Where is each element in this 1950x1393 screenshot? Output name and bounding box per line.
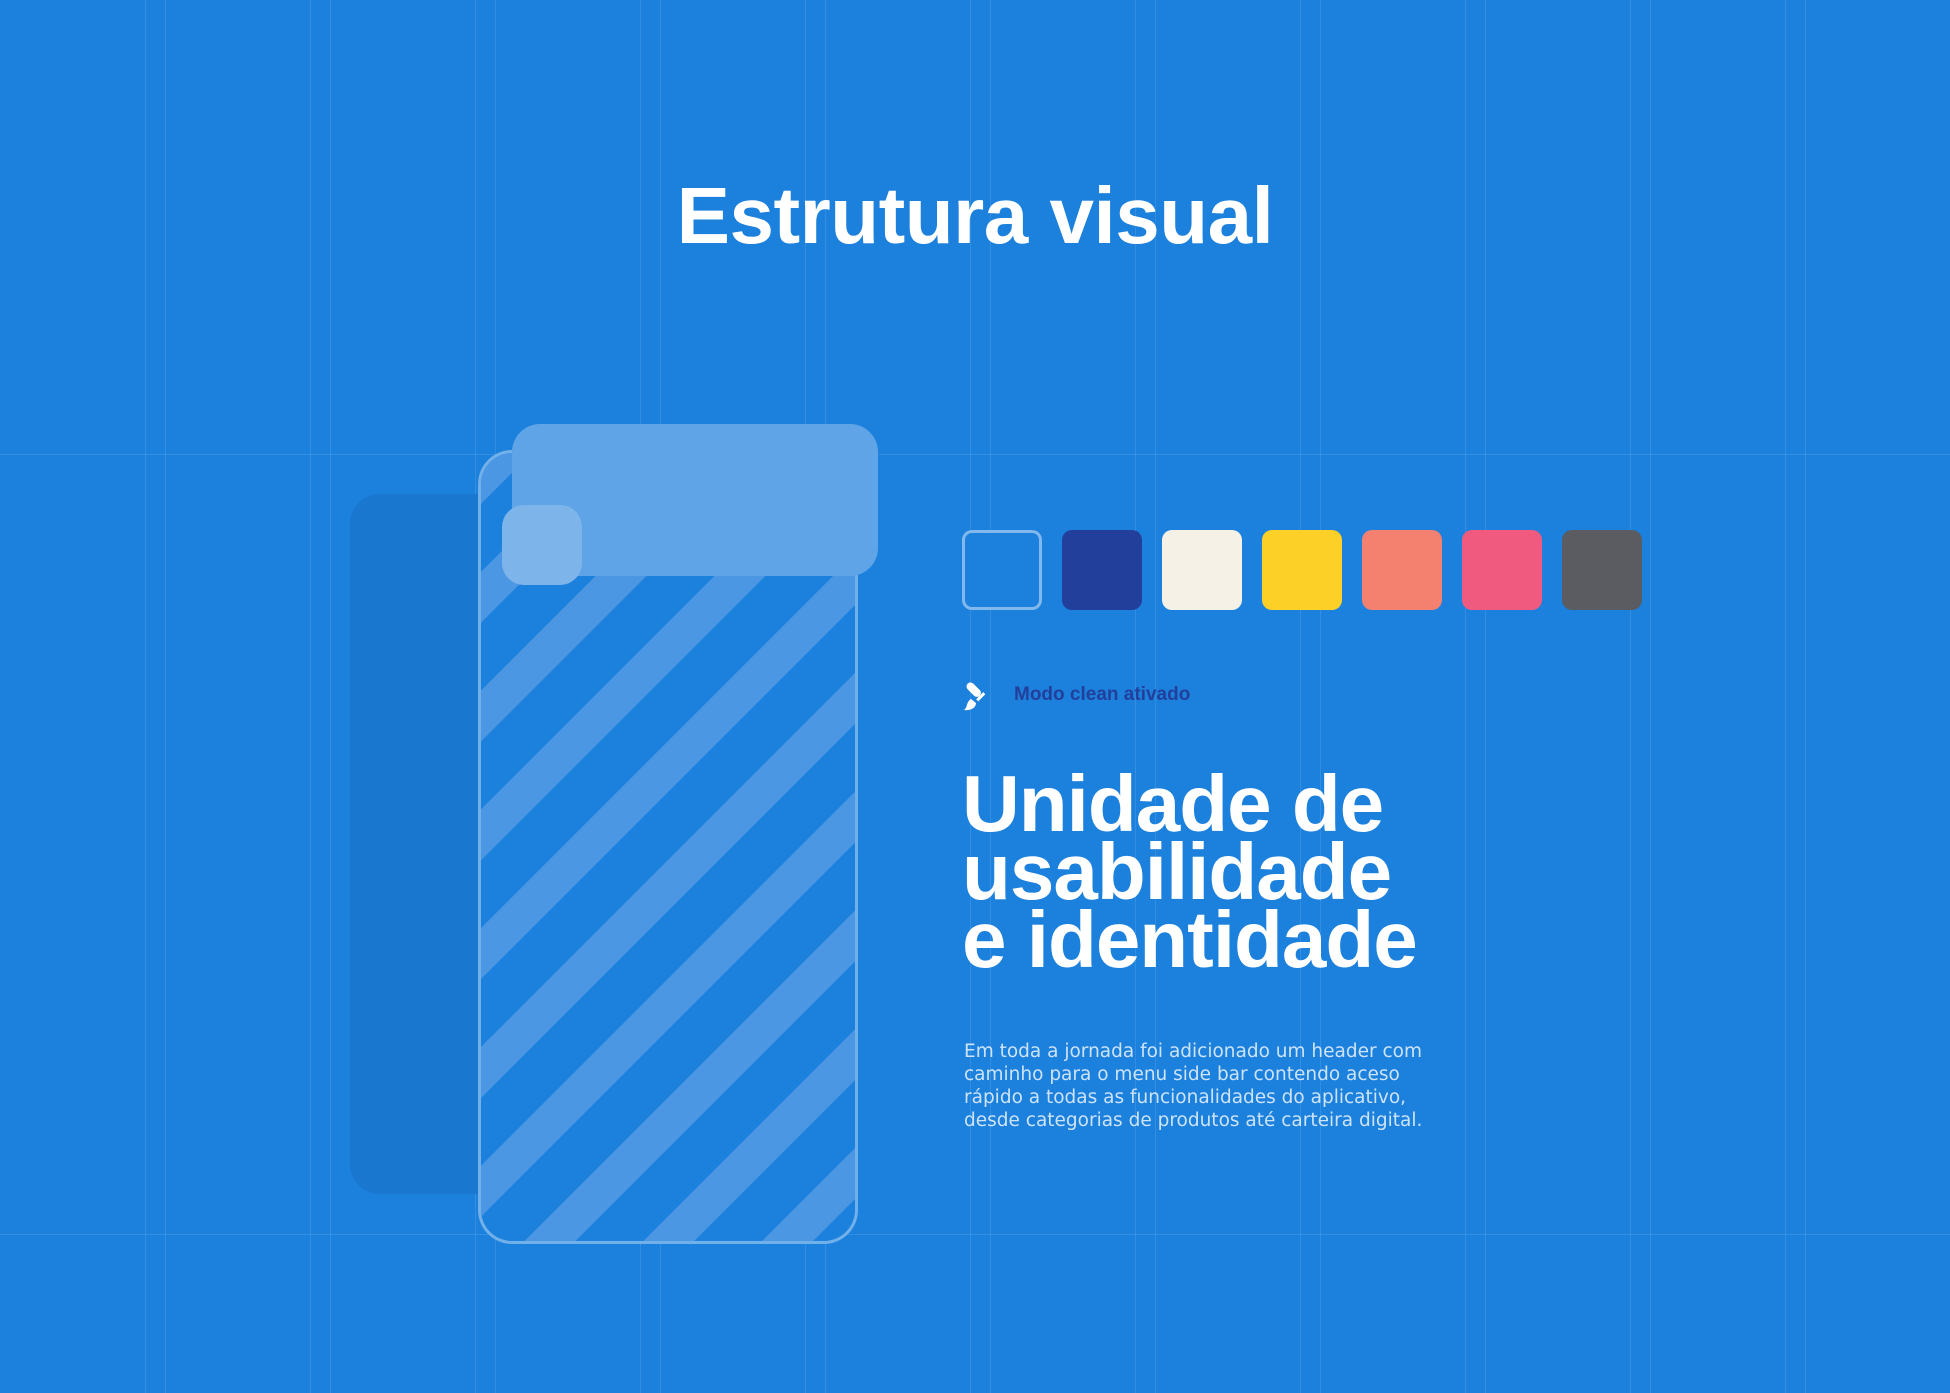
clean-mode-indicator: Modo clean ativado (962, 678, 1190, 712)
color-swatch-salmon[interactable] (1362, 530, 1442, 610)
page-title: Estrutura visual (676, 171, 1274, 260)
headline: Unidade de usabilidade e identidade (962, 764, 1418, 984)
color-swatch-gray[interactable] (1562, 530, 1642, 610)
color-swatch-primary-blue[interactable] (962, 530, 1042, 610)
color-swatch-navy[interactable] (1062, 530, 1142, 610)
headline-line-3: e identidade (962, 895, 1418, 984)
color-swatch-pink[interactable] (1462, 530, 1542, 610)
paintbrush-icon (964, 682, 986, 711)
color-swatch-cream[interactable] (1162, 530, 1242, 610)
color-swatch-yellow[interactable] (1262, 530, 1342, 610)
menu-button-placeholder (502, 505, 582, 585)
color-palette (962, 530, 1642, 610)
clean-mode-label: Modo clean ativado (1014, 684, 1191, 705)
description-text: Em toda a jornada foi adicionado um head… (964, 1041, 1423, 1131)
